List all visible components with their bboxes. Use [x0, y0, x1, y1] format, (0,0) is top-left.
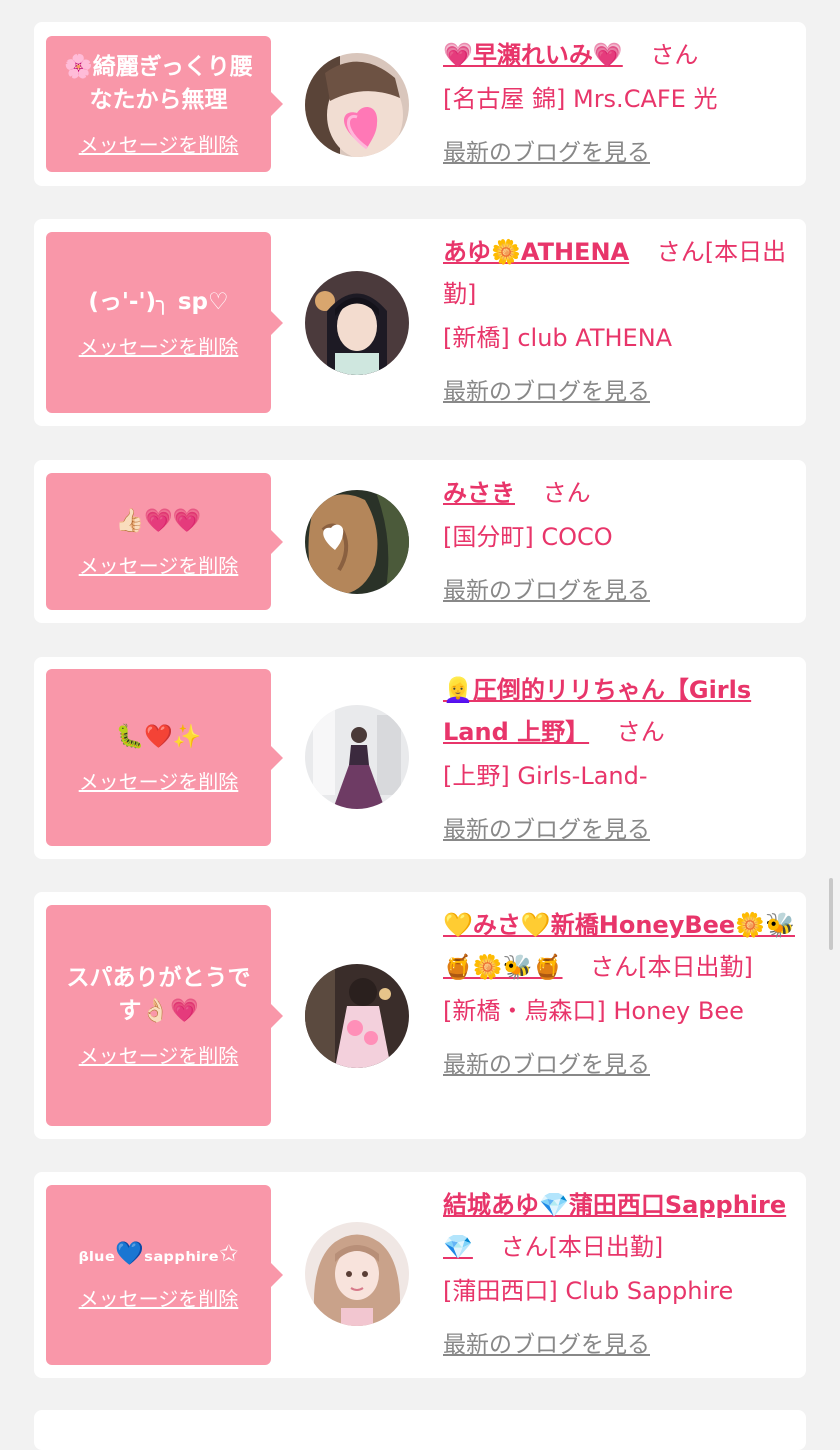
message-card: 🐛❤️✨ メッセージを削除 👱‍♀️圧倒的リリちゃん【Girls Land 上野…: [34, 657, 806, 859]
girl-info: 💗早瀬れいみ💗 さん [名古屋 錦] Mrs.CAFE 光 最新のブログを見る: [443, 34, 798, 174]
honorific: さん[本日出勤]: [500, 1233, 664, 1261]
honorific: さん: [650, 41, 699, 69]
message-bubble: 👍🏻💗💗 メッセージを削除: [46, 473, 283, 610]
message-card-partial: [34, 1410, 806, 1450]
girl-name-link[interactable]: みさき: [443, 479, 515, 507]
shop-info: [蒲田西口] Club Sapphire: [443, 1277, 734, 1305]
message-bubble: (っ'-')╮ sp♡ メッセージを削除: [46, 232, 283, 413]
message-bubble: 🐛❤️✨ メッセージを削除: [46, 669, 283, 846]
honorific: さん[本日出勤]: [590, 953, 753, 981]
latest-blog-link[interactable]: 最新のブログを見る: [443, 371, 798, 413]
shop-info: [上野] Girls-Land-: [443, 762, 648, 790]
girl-name-link[interactable]: 👱‍♀️圧倒的リリちゃん【Girls Land 上野】: [443, 676, 751, 746]
honorific: さん: [542, 479, 591, 507]
message-card: スパありがとうです👌🏻💗 メッセージを削除 💛みさ💛新橋HoneyBee🌼🐝🍯🌼…: [34, 892, 806, 1139]
message-text: 🐛❤️✨: [115, 723, 202, 750]
message-bubble: スパありがとうです👌🏻💗 メッセージを削除: [46, 905, 283, 1126]
avatar[interactable]: [305, 1222, 409, 1326]
shop-info: [名古屋 錦] Mrs.CAFE 光: [443, 85, 718, 113]
delete-message-link[interactable]: メッセージを削除: [79, 331, 239, 360]
message-text: ᵦₗᵤₑ💙ₛₐₚₚₕᵢᵣₑ✩: [78, 1241, 239, 1267]
shop-info: [新橋・烏森口] Honey Bee: [443, 997, 744, 1025]
honorific: さん: [616, 718, 665, 746]
girl-name-link[interactable]: 💗早瀬れいみ💗: [443, 41, 623, 69]
message-bubble: ᵦₗᵤₑ💙ₛₐₚₚₕᵢᵣₑ✩ メッセージを削除: [46, 1185, 283, 1365]
message-card: 🌸綺麗ぎっくり腰なたから無理 メッセージを削除 💗早瀬れいみ💗 さん [名古屋 …: [34, 22, 806, 186]
avatar[interactable]: [305, 705, 409, 809]
message-card: ᵦₗᵤₑ💙ₛₐₚₚₕᵢᵣₑ✩ メッセージを削除 結城あゆ💎蒲田西口Sapphir…: [34, 1172, 806, 1378]
girl-info: 💛みさ💛新橋HoneyBee🌼🐝🍯🌼🐝🍯 さん[本日出勤] [新橋・烏森口] H…: [443, 904, 798, 1086]
avatar[interactable]: [305, 964, 409, 1068]
latest-blog-link[interactable]: 最新のブログを見る: [443, 1044, 798, 1086]
message-text: 👍🏻💗💗: [115, 507, 202, 534]
message-card: (っ'-')╮ sp♡ メッセージを削除 あゆ🌼ATHENA さん[本日出勤] …: [34, 219, 806, 426]
avatar[interactable]: [305, 271, 409, 375]
delete-message-link[interactable]: メッセージを削除: [79, 129, 239, 158]
latest-blog-link[interactable]: 最新のブログを見る: [443, 570, 798, 612]
delete-message-link[interactable]: メッセージを削除: [79, 1283, 239, 1312]
message-bubble: 🌸綺麗ぎっくり腰なたから無理 メッセージを削除: [46, 36, 283, 172]
shop-info: [国分町] COCO: [443, 523, 613, 551]
message-text: 🌸綺麗ぎっくり腰なたから無理: [64, 53, 253, 113]
message-text: (っ'-')╮ sp♡: [88, 288, 229, 315]
girl-info: 結城あゆ💎蒲田西口Sapphire💎 さん[本日出勤] [蒲田西口] Club …: [443, 1184, 798, 1366]
girl-info: 👱‍♀️圧倒的リリちゃん【Girls Land 上野】 さん [上野] Girl…: [443, 669, 798, 851]
avatar[interactable]: [305, 490, 409, 594]
girl-name-link[interactable]: あゆ🌼ATHENA: [443, 238, 629, 266]
scrollbar[interactable]: [829, 878, 833, 950]
latest-blog-link[interactable]: 最新のブログを見る: [443, 1324, 798, 1366]
message-text: スパありがとうです👌🏻💗: [66, 965, 251, 1024]
latest-blog-link[interactable]: 最新のブログを見る: [443, 132, 798, 174]
latest-blog-link[interactable]: 最新のブログを見る: [443, 809, 798, 851]
girl-info: みさき さん [国分町] COCO 最新のブログを見る: [443, 472, 798, 612]
avatar[interactable]: [305, 53, 409, 157]
delete-message-link[interactable]: メッセージを削除: [79, 1040, 239, 1069]
message-card: 👍🏻💗💗 メッセージを削除 みさき さん [国分町] COCO 最新のブログを見…: [34, 460, 806, 623]
delete-message-link[interactable]: メッセージを削除: [79, 550, 239, 579]
girl-info: あゆ🌼ATHENA さん[本日出勤] [新橋] club ATHENA 最新のブ…: [443, 231, 798, 413]
delete-message-link[interactable]: メッセージを削除: [79, 766, 239, 795]
shop-info: [新橋] club ATHENA: [443, 324, 673, 352]
